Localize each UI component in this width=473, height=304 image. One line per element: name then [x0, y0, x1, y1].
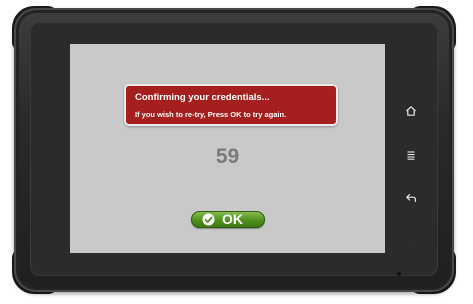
menu-key[interactable] [404, 148, 418, 162]
home-icon [406, 106, 416, 116]
lanyard-hole [397, 272, 401, 276]
ok-button-label: OK [222, 211, 243, 227]
menu-icon [407, 151, 415, 160]
ok-button[interactable]: OK [191, 211, 265, 228]
display-screen: Confirming your credentials... If you wi… [70, 44, 385, 253]
alert-title: Confirming your credentials... [135, 92, 270, 103]
back-key[interactable] [404, 191, 418, 205]
device-photo: Confirming your credentials... If you wi… [0, 0, 473, 304]
check-circle-icon [202, 213, 215, 226]
status-led [412, 246, 414, 248]
countdown-timer: 59 [215, 145, 240, 168]
alert-message: If you wish to re-try, Press OK to try a… [135, 110, 287, 119]
credentials-alert: Confirming your credentials... If you wi… [124, 84, 338, 126]
home-key[interactable] [404, 104, 418, 118]
back-arrow-icon [406, 193, 416, 203]
front-sensor [411, 61, 414, 64]
